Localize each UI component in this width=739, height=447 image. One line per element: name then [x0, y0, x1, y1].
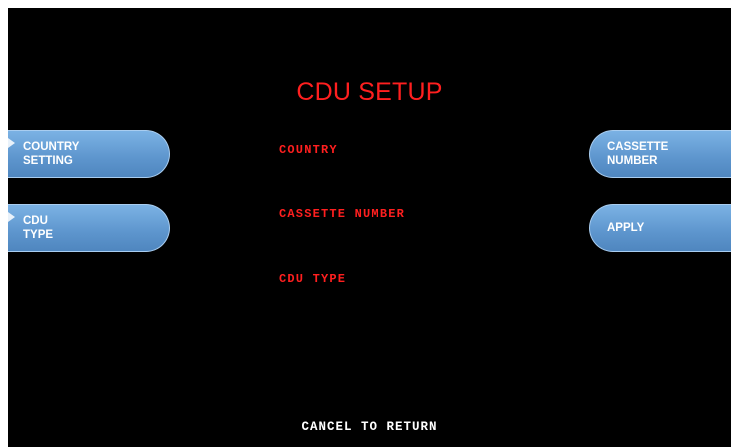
- apply-label: APPLY: [607, 222, 645, 234]
- page-title: CDU SETUP: [296, 78, 443, 106]
- cdu-type-button[interactable]: CDU TYPE: [8, 204, 170, 252]
- cdu-type-value: CDU TYPE: [279, 272, 347, 286]
- cassette-number-button[interactable]: CASSETTE NUMBER: [589, 130, 731, 178]
- cassette-number-label: CASSETTE NUMBER: [607, 141, 669, 167]
- cassette-number-value: CASSETTE NUMBER: [279, 207, 406, 221]
- country-setting-label: COUNTRY SETTING: [23, 141, 80, 167]
- cancel-hint: CANCEL TO RETURN: [301, 420, 438, 434]
- country-setting-button[interactable]: COUNTRY SETTING: [8, 130, 170, 178]
- country-value: COUNTRY: [279, 143, 338, 157]
- apply-button[interactable]: APPLY: [589, 204, 731, 252]
- atm-screen: CDU SETUP COUNTRY SETTING CDU TYPE CASSE…: [8, 8, 731, 447]
- cdu-type-label: CDU TYPE: [23, 215, 54, 241]
